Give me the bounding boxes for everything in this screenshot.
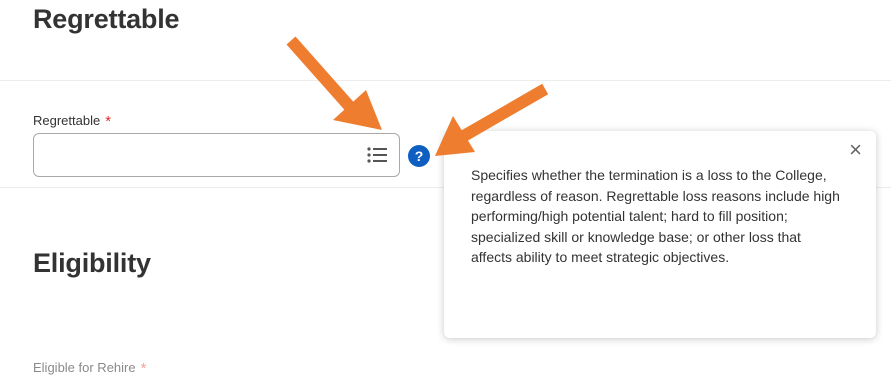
regrettable-label-text: Regrettable — [33, 113, 101, 128]
regrettable-field-label: Regrettable * — [33, 112, 112, 130]
list-icon[interactable] — [367, 146, 387, 164]
required-marker: * — [105, 113, 112, 130]
help-question-icon[interactable]: ? — [408, 145, 430, 167]
rehire-label-text: Eligible for Rehire — [33, 360, 136, 375]
page: Regrettable Regrettable * ? × Specifies w… — [0, 0, 891, 377]
close-icon[interactable]: × — [849, 139, 862, 161]
regrettable-prompt-input[interactable] — [33, 133, 400, 177]
section-title-regrettable: Regrettable — [33, 4, 180, 34]
section-title-eligibility: Eligibility — [33, 248, 151, 278]
help-popup: × Specifies whether the termination is a… — [444, 131, 876, 338]
required-marker: * — [140, 360, 147, 377]
help-text: Specifies whether the termination is a l… — [471, 167, 840, 265]
eligible-for-rehire-label: Eligible for Rehire * — [33, 359, 147, 377]
